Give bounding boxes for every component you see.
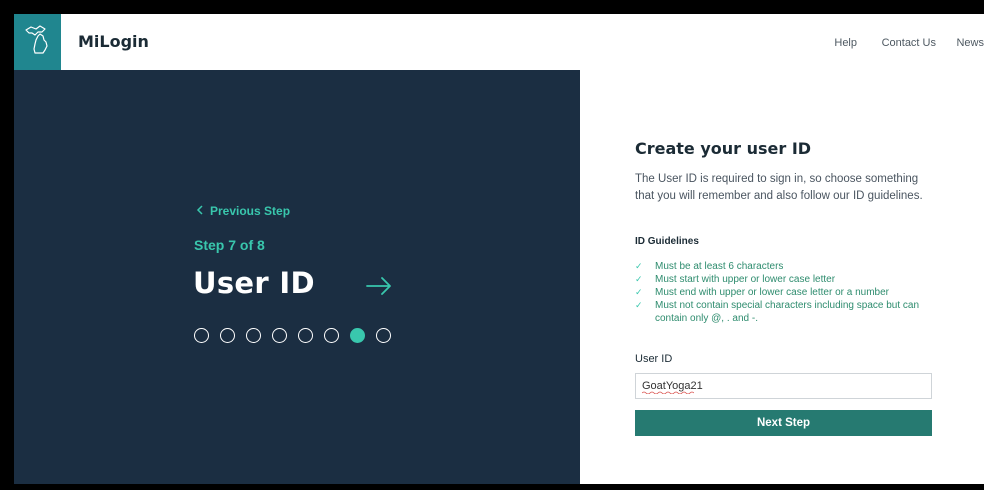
- guideline-item: ✓ Must start with upper or lower case let…: [635, 273, 935, 286]
- step-dot-2: [220, 328, 235, 343]
- guideline-text: Must not contain special characters incl…: [655, 300, 920, 324]
- next-step-button[interactable]: Next Step: [635, 410, 932, 436]
- check-icon: ✓: [635, 261, 643, 271]
- guidelines-list: ✓ Must be at least 6 characters ✓ Must sta…: [635, 260, 935, 325]
- step-dot-5: [298, 328, 313, 343]
- guideline-text: Must start with upper or lower case lett…: [655, 274, 836, 285]
- step-title: User ID: [193, 266, 315, 300]
- step-dot-6: [324, 328, 339, 343]
- guideline-item: ✓ Must not contain special characters inc…: [635, 299, 935, 325]
- guideline-text: Must be at least 6 characters: [655, 261, 784, 272]
- nav-contact-us-link[interactable]: Contact Us: [882, 14, 936, 70]
- top-header: MiLogin Help Contact Us News: [14, 14, 984, 70]
- guideline-item: ✓ Must be at least 6 characters: [635, 260, 935, 273]
- nav-news-link[interactable]: News: [956, 14, 984, 70]
- michigan-state-icon: [23, 23, 53, 61]
- app-frame: MiLogin Help Contact Us News Previous St…: [14, 14, 984, 484]
- previous-step-label: Previous Step: [210, 204, 291, 218]
- step-dot-4: [272, 328, 287, 343]
- step-counter: Step 7 of 8: [194, 237, 265, 253]
- next-arrow-button[interactable]: [364, 274, 394, 298]
- user-id-label: User ID: [635, 353, 673, 365]
- brand-name: MiLogin: [78, 32, 149, 51]
- logo-tile[interactable]: [14, 14, 61, 70]
- check-icon: ✓: [635, 300, 643, 310]
- check-icon: ✓: [635, 274, 643, 284]
- guidelines-title: ID Guidelines: [635, 236, 699, 247]
- previous-step-link[interactable]: Previous Step: [196, 204, 290, 218]
- step-dot-7: [350, 328, 365, 343]
- chevron-left-icon: [196, 204, 204, 218]
- check-icon: ✓: [635, 287, 643, 297]
- form-panel: Create your user ID The User ID is requi…: [580, 70, 984, 484]
- user-id-input[interactable]: [635, 373, 932, 399]
- progress-panel: Previous Step Step 7 of 8 User ID: [14, 70, 580, 484]
- guideline-item: ✓ Must end with upper or lower case lette…: [635, 286, 935, 299]
- step-dot-8: [376, 328, 391, 343]
- nav-help-link[interactable]: Help: [834, 14, 857, 70]
- arrow-right-icon: [364, 277, 394, 302]
- step-dot-1: [194, 328, 209, 343]
- form-title: Create your user ID: [635, 139, 812, 158]
- step-dot-3: [246, 328, 261, 343]
- guideline-text: Must end with upper or lower case letter…: [655, 287, 889, 298]
- form-description: The User ID is required to sign in, so c…: [635, 173, 923, 202]
